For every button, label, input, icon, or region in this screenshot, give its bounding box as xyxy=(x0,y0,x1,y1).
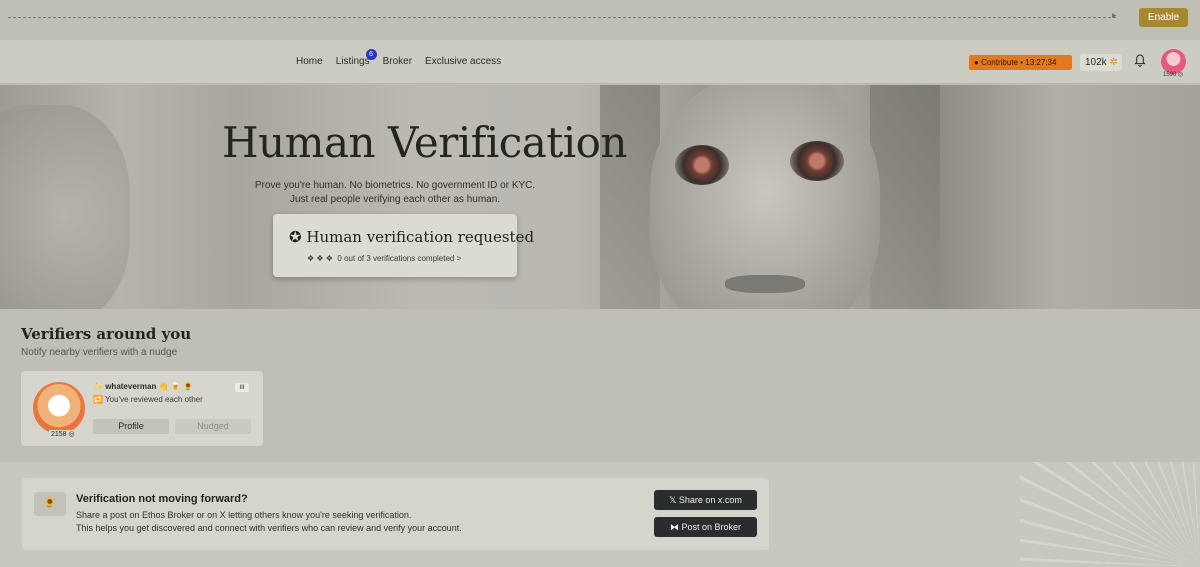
page-title: Human Verification xyxy=(222,118,627,167)
credits-balance[interactable]: 102k ✲ xyxy=(1080,54,1122,71)
bell-icon[interactable] xyxy=(1134,54,1146,70)
verifier-name[interactable]: whateverman xyxy=(105,382,156,391)
decorative-rays xyxy=(1020,462,1200,567)
hero-subtitle-line1: Prove you're human. No biometrics. No go… xyxy=(254,180,536,191)
listings-count-badge: 6 xyxy=(365,49,377,60)
hero-subtitle: Prove you're human. No biometrics. No go… xyxy=(240,179,550,207)
progress-diamond-icons: ❖ ❖ ❖ xyxy=(307,254,333,263)
sparkle-emoji: ✨ xyxy=(93,382,103,391)
notice-line1: Share a post on Ethos Broker or on X let… xyxy=(76,510,412,520)
verifier-name-emojis: 👋 🍺 🌻 xyxy=(158,382,193,391)
credits-value: 102k xyxy=(1085,57,1107,68)
hero-subtitle-line2: Just real people verifying each other as… xyxy=(289,194,501,205)
notice-title: Verification not moving forward? xyxy=(76,493,248,505)
nav-listings-label: Listings xyxy=(335,56,370,67)
bell-icon-svg xyxy=(1134,54,1146,67)
nav-broker[interactable]: Broker xyxy=(383,56,412,67)
reviewed-icon: 🔁 xyxy=(93,395,103,404)
hero-hair-right xyxy=(870,85,940,309)
nav-listings[interactable]: Listings 6 xyxy=(335,49,377,67)
notice-line2: This helps you get discovered and connec… xyxy=(76,523,462,533)
top-banner: ▸ Enable xyxy=(0,0,1200,40)
badge-check-icon: ✪ xyxy=(289,228,302,246)
verification-progress: ❖ ❖ ❖ 0 out of 3 verifications completed… xyxy=(307,254,461,263)
nav-home[interactable]: Home xyxy=(296,56,323,67)
x-logo-icon: 𝕏 xyxy=(669,495,677,505)
arrow-right-icon: ▸ xyxy=(1112,11,1117,21)
hero-right-eye xyxy=(790,141,844,181)
contribute-separator: • xyxy=(1020,58,1024,67)
notice-body: Share a post on Ethos Broker or on X let… xyxy=(76,509,546,535)
verification-progress-text: 0 out of 3 verifications completed xyxy=(337,254,455,263)
broker-logo-icon: ⧓ xyxy=(669,522,679,532)
contribute-button[interactable]: ● Contribute • 13:27:34 xyxy=(969,55,1072,70)
verification-status-card[interactable]: ✪ Human verification requested ❖ ❖ ❖ 0 o… xyxy=(273,214,534,277)
hero-left-eye xyxy=(675,145,729,185)
verifier-avatar[interactable] xyxy=(33,382,85,434)
verifier-status: 🔁 You've reviewed each other xyxy=(93,395,203,404)
hero-left-figure xyxy=(0,105,130,309)
post-on-broker-label: Post on Broker xyxy=(681,522,742,532)
flame-icon: ● xyxy=(974,58,979,67)
chevron-right-icon: > xyxy=(456,254,462,263)
nudged-button[interactable]: Nudged xyxy=(175,419,251,434)
banner-dashed-line xyxy=(8,17,1116,18)
verifiers-section-title: Verifiers around you xyxy=(21,325,192,343)
verifier-card: 2158 ◎ ✨ whateverman 👋 🍺 🌻 III 🔁 You've … xyxy=(21,371,263,446)
verifier-status-text: You've reviewed each other xyxy=(105,395,203,404)
sunflower-icon: 🌻 xyxy=(34,492,66,516)
bottom-section: 🌻 Verification not moving forward? Share… xyxy=(0,462,1200,567)
verification-help-notice: 🌻 Verification not moving forward? Share… xyxy=(22,478,769,550)
share-on-x-button[interactable]: 𝕏 Share on x.com xyxy=(654,490,757,510)
credits-star-icon: ✲ xyxy=(1109,57,1118,68)
profile-button[interactable]: Profile xyxy=(93,419,169,434)
verification-card-title: ✪ Human verification requested xyxy=(289,228,534,246)
contribute-label: Contribute xyxy=(981,58,1018,67)
share-on-x-label: Share on x.com xyxy=(678,495,742,505)
contribute-timer: 13:27:34 xyxy=(1025,58,1057,67)
verifier-name-row: ✨ whateverman 👋 🍺 🌻 xyxy=(93,382,193,391)
verifier-score: 2158 ◎ xyxy=(49,430,77,438)
enable-button[interactable]: Enable xyxy=(1139,8,1188,27)
verifier-menu-icon[interactable]: III xyxy=(235,383,249,392)
verification-card-title-text: Human verification requested xyxy=(306,228,535,246)
nav-exclusive-access[interactable]: Exclusive access xyxy=(425,56,501,67)
hero-mouth xyxy=(725,275,805,293)
post-on-broker-button[interactable]: ⧓ Post on Broker xyxy=(654,517,757,537)
verifiers-section-subtitle: Notify nearby verifiers with a nudge xyxy=(21,347,178,358)
nav-links: Home Listings 6 Broker Exclusive access xyxy=(296,49,501,67)
hero-section: Human Verification Prove you're human. N… xyxy=(0,85,1200,309)
avatar-score: 1590 ◎ xyxy=(1163,72,1184,78)
top-nav: Home Listings 6 Broker Exclusive access … xyxy=(0,40,1200,84)
